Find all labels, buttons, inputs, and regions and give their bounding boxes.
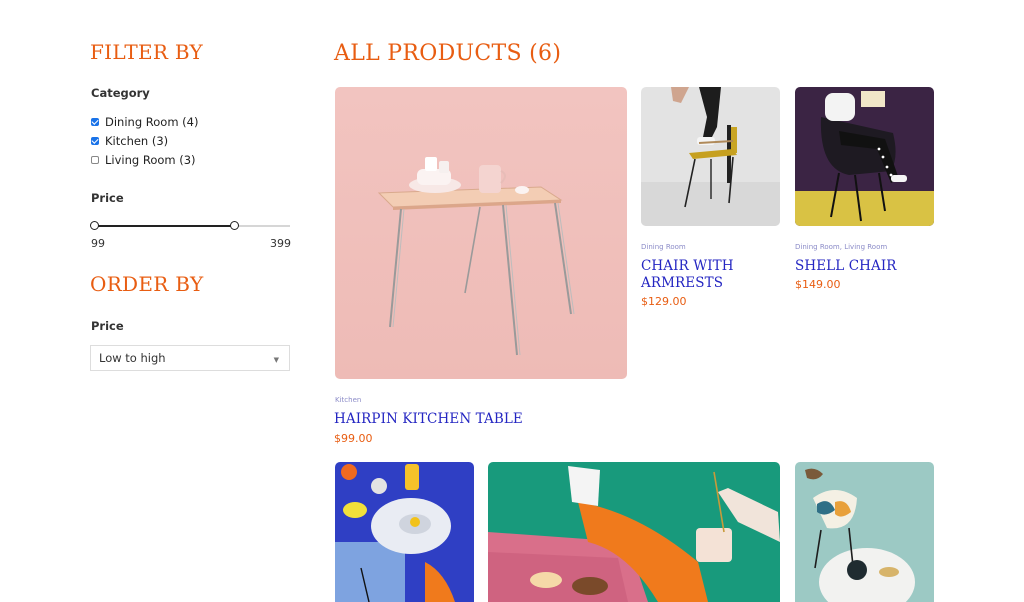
price-range-slider[interactable]: [90, 221, 290, 230]
category-option-dining-room[interactable]: Dining Room (4): [91, 115, 198, 129]
product-image-shell-chair[interactable]: [795, 87, 934, 226]
price-max-value: 399: [270, 237, 291, 250]
price-filter-label: Price: [91, 191, 124, 205]
order-price-label: Price: [91, 319, 124, 333]
product-category: Dining Room: [641, 243, 686, 251]
category-label: Category: [91, 86, 150, 100]
product-title[interactable]: SHELL CHAIR: [795, 258, 897, 275]
product-title[interactable]: CHAIR WITH ARMRESTS: [641, 258, 751, 292]
product-image-hairpin-table[interactable]: [335, 87, 627, 379]
chevron-down-icon: ▼: [273, 356, 279, 364]
category-option-label: Dining Room (4): [105, 115, 199, 129]
price-range-fill: [95, 225, 236, 227]
price-max-handle[interactable]: [230, 221, 240, 230]
product-category: Dining Room, Living Room: [795, 243, 888, 251]
product-title[interactable]: HAIRPIN KITCHEN TABLE: [334, 411, 523, 428]
product-price: $149.00: [795, 278, 841, 291]
order-select[interactable]: Low to high ▼: [90, 345, 290, 371]
page-title: ALL PRODUCTS (6): [334, 41, 562, 66]
filter-by-heading: FILTER BY: [90, 40, 204, 64]
checkbox-dining-room[interactable]: [91, 118, 99, 126]
product-price: $99.00: [334, 432, 373, 445]
product-image-tropical-chair[interactable]: [795, 462, 934, 602]
category-option-label: Living Room (3): [105, 153, 196, 167]
category-option-living-room[interactable]: Living Room (3): [91, 153, 196, 167]
product-image-patterned-table[interactable]: [488, 462, 780, 602]
product-price: $129.00: [641, 295, 687, 308]
price-min-handle[interactable]: [90, 221, 99, 230]
checkbox-kitchen[interactable]: [91, 137, 99, 145]
product-category: Kitchen: [335, 396, 362, 404]
category-option-kitchen[interactable]: Kitchen (3): [91, 134, 168, 148]
category-option-label: Kitchen (3): [105, 134, 169, 148]
checkbox-living-room[interactable]: [91, 156, 99, 164]
price-min-value: 99: [91, 237, 105, 250]
order-select-value: Low to high: [99, 351, 166, 365]
order-by-heading: ORDER BY: [90, 272, 204, 296]
product-image-chair-armrests[interactable]: [641, 87, 780, 226]
product-image-breakfast-table[interactable]: [335, 462, 474, 602]
